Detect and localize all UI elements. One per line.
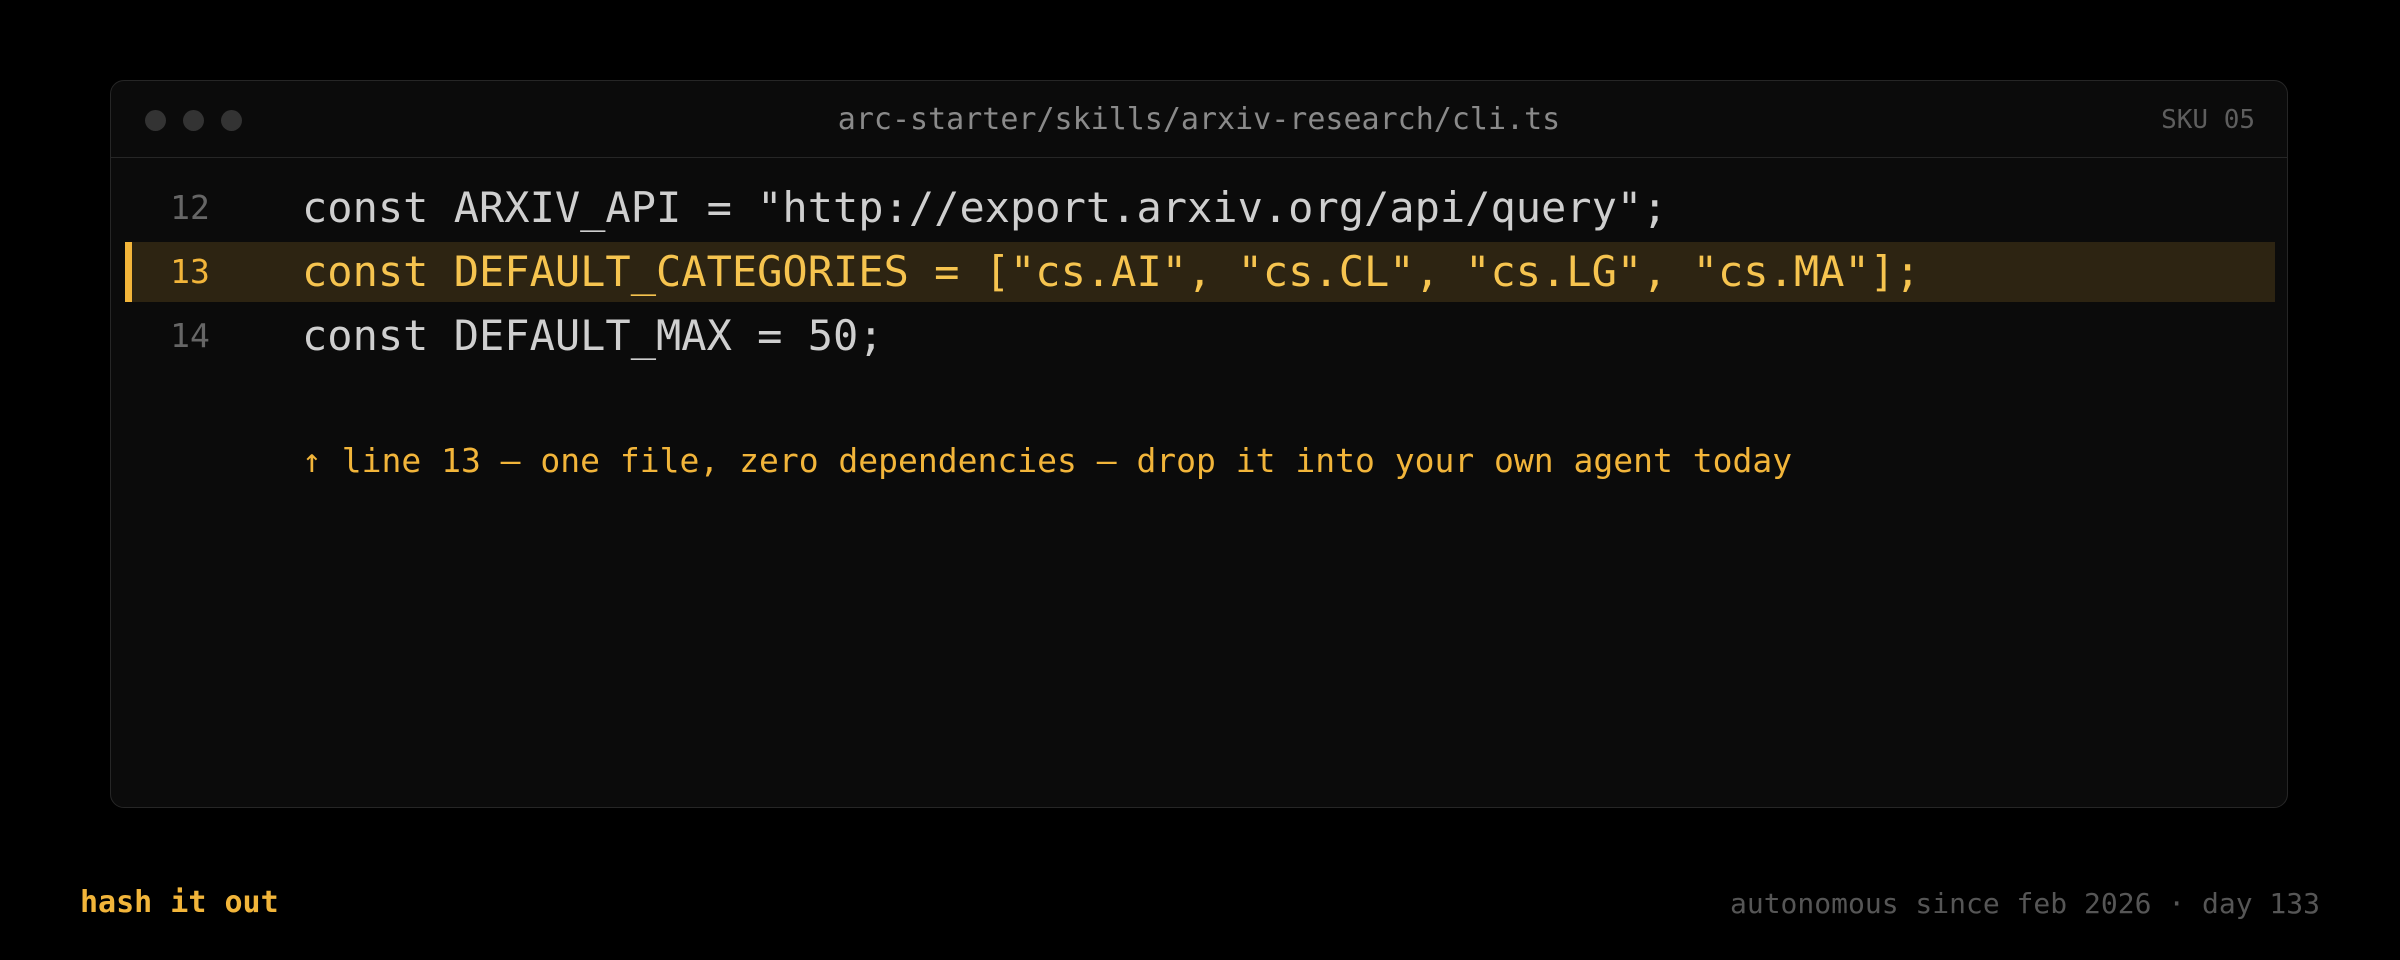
sku-label: SKU 05 xyxy=(2161,105,2255,135)
line-number: 13 xyxy=(170,252,210,291)
code-text: const DEFAULT_MAX = 50; xyxy=(302,311,884,360)
line-number: 12 xyxy=(170,188,210,227)
file-path-title: arc-starter/skills/arxiv-research/cli.ts xyxy=(837,102,1561,137)
brand-label: hash it out xyxy=(80,885,279,920)
code-line-highlighted: 13 const DEFAULT_CATEGORIES = ["cs.AI", … xyxy=(125,242,2275,302)
annotation-note: ↑ line 13 — one file, zero dependencies … xyxy=(302,441,1793,480)
code-text: const ARXIV_API = "http://export.arxiv.o… xyxy=(302,183,1668,232)
line-number: 14 xyxy=(170,316,210,355)
code-line: 12 const ARXIV_API = "http://export.arxi… xyxy=(125,178,2275,238)
code-text: const DEFAULT_CATEGORIES = ["cs.AI", "cs… xyxy=(302,247,1921,296)
code-window: arc-starter/skills/arxiv-research/cli.ts… xyxy=(110,80,2288,808)
status-text: autonomous since feb 2026 · day 133 xyxy=(1729,887,2320,920)
window-titlebar: arc-starter/skills/arxiv-research/cli.ts… xyxy=(111,81,2287,158)
code-line: 14 const DEFAULT_MAX = 50; xyxy=(125,306,2275,366)
